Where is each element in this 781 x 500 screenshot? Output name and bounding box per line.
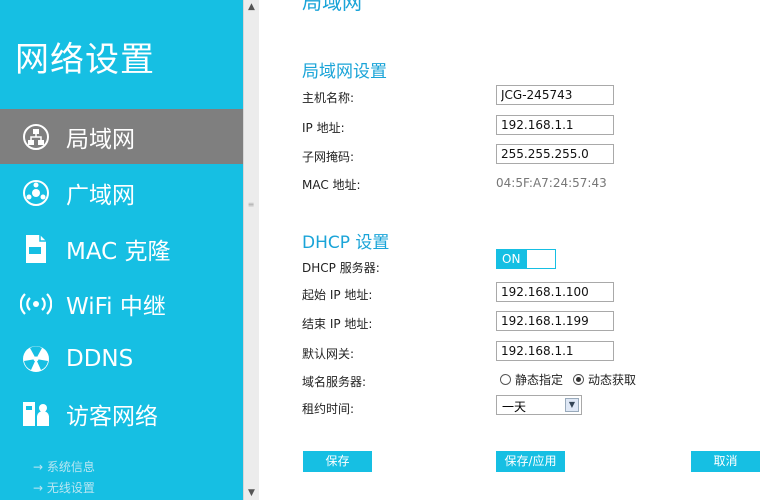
mac-address-value: 04:5F:A7:24:57:43 <box>496 176 607 190</box>
sidebar-item-label: MAC 克隆 <box>66 238 171 265</box>
hostname-label: 主机名称: <box>302 91 355 105</box>
save-apply-button[interactable]: 保存/应用 <box>496 451 565 472</box>
main-content: 局域网 局域网设置 主机名称: IP 地址: 子网掩码: MAC 地址: 04:… <box>258 0 781 500</box>
fan-icon <box>20 343 52 375</box>
subnet-mask-input[interactable] <box>496 144 614 164</box>
subnet-mask-label: 子网掩码: <box>302 150 355 164</box>
wifi-signal-icon <box>20 288 52 320</box>
end-ip-label: 结束 IP 地址: <box>302 317 373 331</box>
hostname-input[interactable] <box>496 85 614 105</box>
sidebar-item-label: WiFi 中继 <box>66 293 166 320</box>
dns-dynamic-option[interactable]: 动态获取 <box>573 371 636 388</box>
sidebar-item-wifi-repeater[interactable]: WiFi 中继 <box>0 276 243 331</box>
scroll-up-arrow-icon[interactable]: ▲ <box>244 0 259 14</box>
sidebar-item-mac-clone[interactable]: MAC 克隆 <box>0 221 243 276</box>
page-heading-partial: 局域网 <box>302 0 362 14</box>
lease-time-value: 一天 <box>502 400 527 414</box>
cancel-button[interactable]: 取消 <box>691 451 760 472</box>
scroll-down-arrow-icon[interactable]: ▼ <box>244 486 259 500</box>
lease-time-label: 租约时间: <box>302 402 355 416</box>
sidebar-item-label: DDNS <box>66 345 134 372</box>
network-icon <box>20 121 52 153</box>
sidebar: 网络设置 局域网 广域网 MAC 克隆 WiFi 中继 DDNS 访客网络 → … <box>0 0 243 500</box>
chevron-down-icon[interactable]: ▼ <box>565 398 579 412</box>
ip-address-input[interactable] <box>496 115 614 135</box>
gateway-input[interactable] <box>496 341 614 361</box>
dhcp-server-label: DHCP 服务器: <box>302 261 380 275</box>
radio-checked-icon[interactable] <box>573 374 585 385</box>
sublink-wireless-settings[interactable]: → 无线设置 <box>33 479 95 496</box>
dhcp-server-toggle[interactable]: ON <box>496 249 556 269</box>
arrow-right-icon: → <box>33 481 44 495</box>
toggle-on-label: ON <box>497 250 527 268</box>
arrow-right-icon: → <box>33 460 44 474</box>
dns-radio-group: 静态指定 动态获取 <box>500 371 646 388</box>
end-ip-input[interactable] <box>496 311 614 331</box>
lan-section-title: 局域网设置 <box>302 62 387 82</box>
start-ip-label: 起始 IP 地址: <box>302 288 373 302</box>
radio-unchecked-icon[interactable] <box>500 374 511 385</box>
lease-time-select[interactable]: 一天 ▼ <box>496 395 582 415</box>
sidebar-item-label: 广域网 <box>66 182 135 209</box>
mac-document-icon <box>20 233 52 265</box>
save-button[interactable]: 保存 <box>303 451 372 472</box>
gateway-label: 默认网关: <box>302 347 355 361</box>
sublink-system-info[interactable]: → 系统信息 <box>33 458 95 475</box>
sidebar-item-label: 局域网 <box>66 126 135 153</box>
sidebar-scrollbar[interactable]: ▲ ≡ ▼ <box>243 0 259 500</box>
scroll-grip-icon[interactable]: ≡ <box>246 200 256 214</box>
mac-address-label: MAC 地址: <box>302 178 361 192</box>
dhcp-section-title: DHCP 设置 <box>302 233 390 253</box>
sidebar-item-wan[interactable]: 广域网 <box>0 165 243 220</box>
sidebar-title: 网络设置 <box>15 40 155 80</box>
ip-address-label: IP 地址: <box>302 121 345 135</box>
sidebar-item-ddns[interactable]: DDNS <box>0 331 243 386</box>
start-ip-input[interactable] <box>496 282 614 302</box>
dns-static-option[interactable]: 静态指定 <box>500 371 563 388</box>
guest-user-icon <box>20 398 52 430</box>
globe-icon <box>20 177 52 209</box>
sidebar-item-lan[interactable]: 局域网 <box>0 109 243 164</box>
sidebar-item-label: 访客网络 <box>66 403 158 430</box>
sidebar-item-guest-network[interactable]: 访客网络 <box>0 386 243 441</box>
dns-server-label: 域名服务器: <box>302 375 367 389</box>
